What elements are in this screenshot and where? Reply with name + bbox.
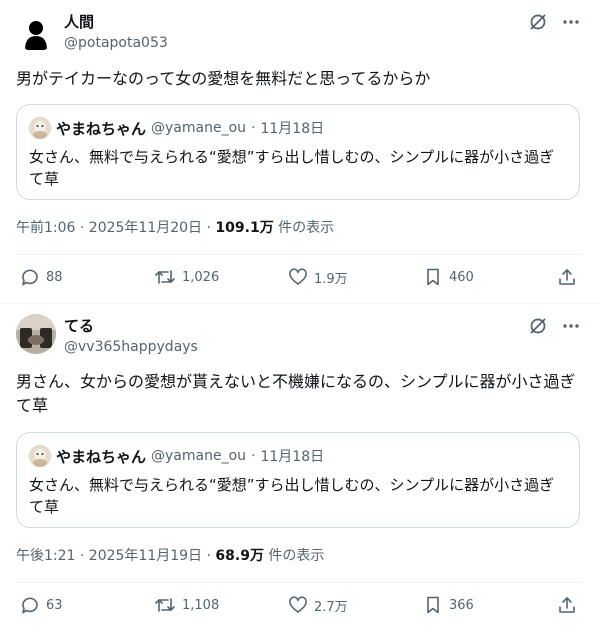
more-icon[interactable] (562, 12, 580, 32)
bookmark-button[interactable]: 366 (423, 595, 474, 615)
reply-button[interactable]: 88 (20, 267, 63, 287)
action-bar: 63 1,108 2.7万 366 (16, 595, 582, 619)
share-button[interactable] (557, 267, 577, 287)
post-top-icons (528, 12, 580, 32)
view-count: 68.9万 (215, 548, 264, 564)
person-silhouette-icon (25, 21, 47, 50)
quote-display-name: やまねちゃん (56, 447, 147, 466)
quote-date: 11月18日 (260, 121, 325, 137)
grok-icon[interactable] (528, 316, 548, 336)
repost-icon (155, 598, 175, 612)
repost-count: 1,108 (182, 597, 220, 613)
view-count-suffix: 件の表示 (273, 220, 335, 236)
post-2: てる @vv365happydays 男さん、女からの愛想が貰えないと不機嫌にな… (0, 304, 598, 631)
like-count: 1.9万 (314, 271, 348, 287)
quote-text: 女さん、無料で与えられる“愛想”すら出し惜しむの、シンプルに器が小さ過ぎて草 (29, 148, 555, 188)
repost-button[interactable]: 1,026 (154, 267, 219, 287)
display-name[interactable]: 人間 (64, 13, 94, 31)
quote-avatar (29, 445, 51, 467)
bookmark-button[interactable]: 460 (423, 267, 474, 287)
reply-icon (22, 597, 38, 614)
post-metadata: 午前1:06 · 2025年11月20日 · 109.1万 件の表示 (16, 217, 334, 237)
quoted-post[interactable]: やまねちゃん @yamane_ou · 11月18日 女さん、無料で与えられる“… (16, 104, 580, 200)
timestamp[interactable]: 午後1:21 · 2025年11月19日 · (16, 548, 215, 564)
share-icon (559, 269, 575, 285)
quote-dot: · (251, 448, 256, 464)
more-icon[interactable] (562, 316, 580, 336)
view-count-suffix: 件の表示 (263, 548, 325, 564)
quote-header: やまねちゃん @yamane_ou · 11月18日 (29, 445, 324, 467)
quote-avatar (29, 117, 51, 139)
like-button[interactable]: 1.9万 (288, 267, 348, 287)
quote-display-name: やまねちゃん (56, 119, 147, 138)
like-count: 2.7万 (314, 599, 348, 615)
repost-icon (155, 270, 175, 284)
timestamp[interactable]: 午前1:06 · 2025年11月20日 · (16, 220, 215, 236)
quote-handle: @yamane_ou (151, 120, 247, 136)
post-top-icons (528, 316, 580, 336)
view-count: 109.1万 (215, 220, 274, 236)
reply-count: 63 (46, 597, 63, 613)
bookmark-icon (427, 596, 439, 614)
user-handle[interactable]: @potapota053 (64, 34, 168, 52)
grok-icon[interactable] (528, 12, 548, 32)
avatar[interactable] (16, 12, 56, 52)
user-handle[interactable]: @vv365happydays (64, 338, 198, 356)
like-button[interactable]: 2.7万 (288, 595, 348, 615)
avatar[interactable] (16, 314, 56, 354)
divider (16, 582, 582, 583)
post-metadata: 午後1:21 · 2025年11月19日 · 68.9万 件の表示 (16, 545, 324, 565)
quote-dot: · (251, 120, 256, 136)
repost-count: 1,026 (182, 269, 220, 285)
post-text: 男がテイカーなのって女の愛想を無料だと思ってるからか (16, 69, 431, 88)
post-text: 男さん、女からの愛想が貰えないと不機嫌になるの、シンプルに器が小さ過ぎて草 (16, 372, 576, 415)
like-icon (289, 268, 307, 285)
post-1: 人間 @potapota053 男がテイカーなのって女の愛想を無料だと思ってるか… (0, 0, 598, 304)
reply-count: 88 (46, 269, 63, 285)
photo-avatar-icon (16, 314, 56, 354)
share-button[interactable] (557, 595, 577, 615)
quote-date: 11月18日 (260, 449, 325, 465)
quote-handle: @yamane_ou (151, 448, 247, 464)
display-name[interactable]: てる (64, 317, 94, 335)
repost-button[interactable]: 1,108 (154, 595, 219, 615)
quoted-post[interactable]: やまねちゃん @yamane_ou · 11月18日 女さん、無料で与えられる“… (16, 432, 580, 528)
reply-button[interactable]: 63 (20, 595, 63, 615)
divider (16, 254, 582, 255)
bookmark-count: 460 (449, 269, 474, 285)
reply-icon (22, 269, 38, 286)
quote-header: やまねちゃん @yamane_ou · 11月18日 (29, 117, 324, 139)
quote-text: 女さん、無料で与えられる“愛想”すら出し惜しむの、シンプルに器が小さ過ぎて草 (29, 476, 555, 516)
like-icon (289, 596, 307, 613)
bookmark-count: 366 (449, 597, 474, 613)
action-bar: 88 1,026 1.9万 460 (16, 267, 582, 291)
bookmark-icon (427, 268, 439, 286)
share-icon (559, 597, 575, 613)
